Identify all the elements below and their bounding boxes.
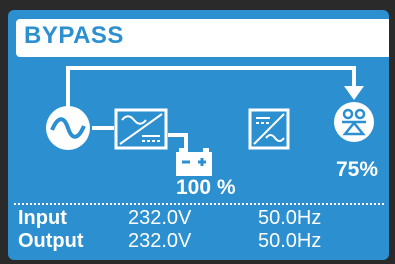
divider — [14, 203, 384, 205]
input-label: Input — [18, 207, 67, 229]
battery-capacity-value: 100 % — [176, 176, 236, 199]
load-level-value: 75% — [336, 158, 379, 181]
bypass-path — [66, 66, 356, 108]
output-frequency: 50.0Hz — [258, 230, 322, 252]
arrow-down-icon — [344, 86, 364, 100]
inverter-icon — [248, 108, 290, 150]
display-bezel: BYPASS 100 % 75% Input 232.0V 50.0Hz Out… — [0, 0, 395, 264]
lcd-screen: BYPASS 100 % 75% Input 232.0V 50.0Hz Out… — [8, 10, 389, 260]
output-reading-row: Output 232.0V 50.0Hz — [8, 230, 389, 252]
ac-source-icon — [46, 106, 90, 150]
input-voltage: 232.0V — [128, 207, 192, 229]
load-icon — [334, 102, 374, 142]
output-label: Output — [18, 230, 84, 252]
rectifier-icon — [114, 108, 168, 150]
input-frequency: 50.0Hz — [258, 207, 322, 229]
battery-icon — [176, 148, 212, 176]
output-voltage: 232.0V — [128, 230, 192, 252]
input-reading-row: Input 232.0V 50.0Hz — [8, 207, 389, 229]
